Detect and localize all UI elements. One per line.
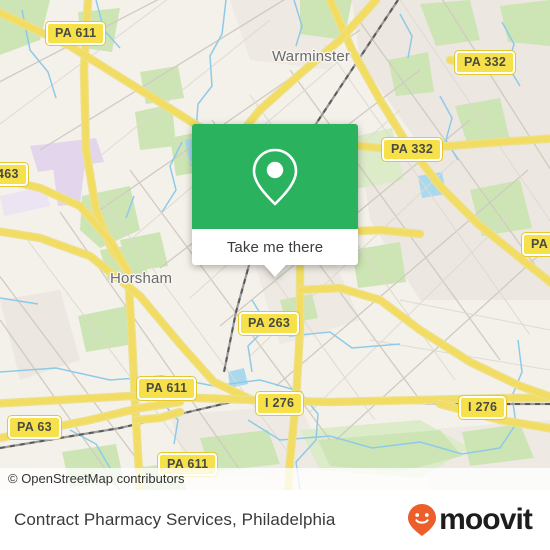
location-popup-card[interactable]: Take me there — [192, 124, 358, 277]
highway-shield-pa-611-north[interactable]: PA 611 — [44, 21, 107, 46]
popup-footer[interactable]: Take me there — [192, 229, 358, 277]
map-screenshot: .major { stroke:#f2dd62; stroke-width:6;… — [0, 0, 550, 550]
city-label-horsham: Horsham — [110, 270, 173, 287]
highway-shield-pa-332-mid[interactable]: PA 332 — [380, 137, 444, 162]
moovit-pin-smiley-icon — [408, 504, 437, 536]
take-me-there-label: Take me there — [226, 238, 324, 256]
highway-shield-i-276-east[interactable]: I 276 — [457, 395, 508, 420]
highway-shield-i-276-west[interactable]: I 276 — [254, 391, 305, 416]
map-attribution[interactable]: © OpenStreetMap contributors — [0, 468, 550, 490]
popup-tail — [264, 265, 286, 277]
popup-header — [192, 124, 358, 229]
highway-shield-pa-332-north[interactable]: PA 332 — [453, 50, 517, 75]
highway-shield-pa-63[interactable]: PA 63 — [7, 415, 62, 440]
footer-bar: Contract Pharmacy Services, Philadelphia… — [0, 490, 550, 550]
highway-shield-pa-611-mid[interactable]: PA 611 — [135, 376, 198, 401]
map-pin-icon — [252, 148, 298, 205]
moovit-wordmark: moovit — [439, 503, 533, 536]
map-canvas[interactable]: .major { stroke:#f2dd62; stroke-width:6;… — [0, 0, 550, 490]
location-title: Contract Pharmacy Services, Philadelphia — [14, 510, 336, 529]
highway-shield-pa-463[interactable]: 463 — [0, 162, 29, 187]
highway-shield-pa-1[interactable]: PA 1 — [521, 232, 550, 257]
highway-shield-pa-263[interactable]: PA 263 — [237, 311, 301, 336]
moovit-brand[interactable]: moovit — [407, 503, 533, 537]
city-label-warminster: Warminster — [272, 48, 351, 65]
